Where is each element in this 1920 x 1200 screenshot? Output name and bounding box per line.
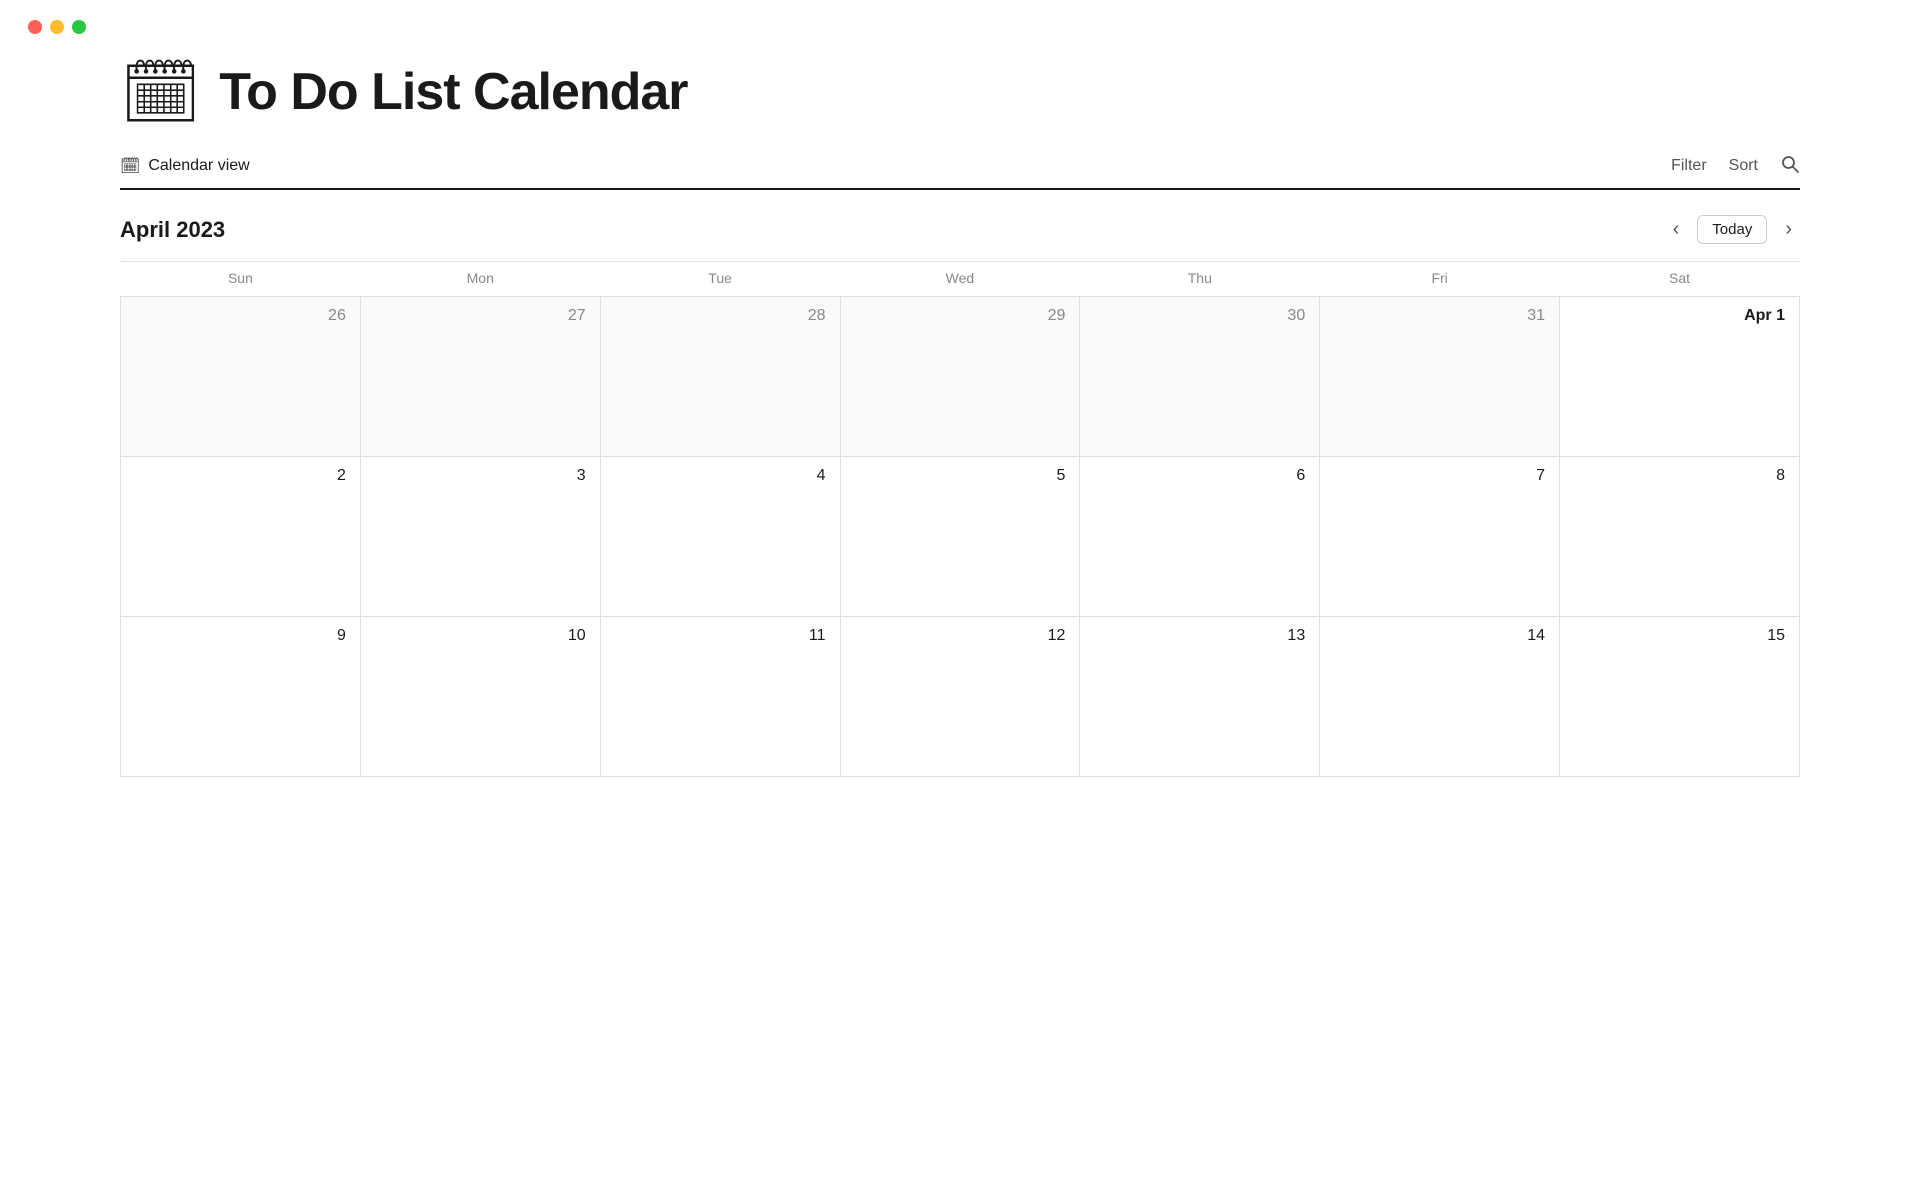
calendar-cell[interactable]: Apr 1 <box>1560 297 1800 457</box>
calendar-cell[interactable]: 28 <box>600 297 840 457</box>
calendar-cell[interactable]: 26 <box>121 297 361 457</box>
cell-date: 7 <box>1320 467 1545 485</box>
cell-date: 15 <box>1560 627 1785 645</box>
day-header-tue: Tue <box>600 262 840 297</box>
toolbar: 🗓 Calendar view Filter Sort <box>120 152 1800 190</box>
cell-date: 30 <box>1080 307 1305 325</box>
cell-date: 12 <box>841 627 1066 645</box>
sort-button[interactable]: Sort <box>1729 157 1758 175</box>
cell-date: 11 <box>601 627 826 645</box>
traffic-light-minimize[interactable] <box>50 20 64 34</box>
calendar-grid: Sun Mon Tue Wed Thu Fri Sat 262728293031… <box>120 261 1800 777</box>
week-row-1: 2345678 <box>121 457 1800 617</box>
cell-date: 31 <box>1320 307 1545 325</box>
cell-date: 3 <box>361 467 586 485</box>
cell-date: 4 <box>601 467 826 485</box>
calendar-cell[interactable]: 30 <box>1080 297 1320 457</box>
calendar-cell[interactable]: 11 <box>600 617 840 777</box>
day-header-thu: Thu <box>1080 262 1320 297</box>
calendar-view-icon: 🗓 <box>120 156 140 176</box>
day-headers-row: Sun Mon Tue Wed Thu Fri Sat <box>121 262 1800 297</box>
calendar-nav: April 2023 ‹ Today › <box>120 214 1800 245</box>
calendar-view-label: Calendar view <box>148 157 249 175</box>
day-header-sat: Sat <box>1560 262 1800 297</box>
calendar-cell[interactable]: 29 <box>840 297 1080 457</box>
page-content: 🗓 To Do List Calendar 🗓 Calendar view Fi… <box>0 0 1920 777</box>
nav-controls: ‹ Today › <box>1665 214 1800 245</box>
cell-date: 10 <box>361 627 586 645</box>
calendar-cell[interactable]: 8 <box>1560 457 1800 617</box>
day-header-mon: Mon <box>360 262 600 297</box>
calendar-view-tab[interactable]: 🗓 Calendar view <box>120 152 250 180</box>
filter-button[interactable]: Filter <box>1671 157 1707 175</box>
cell-date: 27 <box>361 307 586 325</box>
calendar-cell[interactable]: 4 <box>600 457 840 617</box>
week-row-2: 9 10 11 12 13 14 15 <box>121 617 1800 777</box>
search-button[interactable] <box>1780 154 1800 179</box>
today-button[interactable]: Today <box>1697 215 1767 244</box>
cell-date: Apr 1 <box>1560 307 1785 325</box>
traffic-light-maximize[interactable] <box>72 20 86 34</box>
calendar-cell[interactable]: 14 <box>1320 617 1560 777</box>
cell-date: 6 <box>1080 467 1305 485</box>
day-header-fri: Fri <box>1320 262 1560 297</box>
calendar-cell[interactable]: 13 <box>1080 617 1320 777</box>
cell-date: 29 <box>841 307 1066 325</box>
cell-date: 2 <box>121 467 346 485</box>
cell-date: 14 <box>1320 627 1545 645</box>
calendar-cell[interactable]: 6 <box>1080 457 1320 617</box>
toolbar-right: Filter Sort <box>1671 154 1800 179</box>
calendar-cell[interactable]: 27 <box>360 297 600 457</box>
calendar-cell[interactable]: 10 <box>360 617 600 777</box>
month-label: April 2023 <box>120 217 225 243</box>
calendar-cell[interactable]: 5 <box>840 457 1080 617</box>
week-row-0: 26 27 28 29 30 31 Apr 1 <box>121 297 1800 457</box>
calendar-cell[interactable]: 3 <box>360 457 600 617</box>
cell-date: 26 <box>121 307 346 325</box>
page-icon: 🗓 <box>120 60 201 124</box>
calendar-cell[interactable]: 2 <box>121 457 361 617</box>
day-header-sun: Sun <box>121 262 361 297</box>
calendar-cell[interactable]: 9 <box>121 617 361 777</box>
traffic-light-close[interactable] <box>28 20 42 34</box>
cell-date: 13 <box>1080 627 1305 645</box>
cell-date: 5 <box>841 467 1066 485</box>
search-icon <box>1780 154 1800 174</box>
day-header-wed: Wed <box>840 262 1080 297</box>
cell-date: 9 <box>121 627 346 645</box>
cell-date: 28 <box>601 307 826 325</box>
cell-date: 8 <box>1560 467 1785 485</box>
calendar-cell[interactable]: 7 <box>1320 457 1560 617</box>
next-month-button[interactable]: › <box>1777 214 1800 245</box>
page-header: 🗓 To Do List Calendar <box>120 60 1800 124</box>
calendar-cell[interactable]: 12 <box>840 617 1080 777</box>
traffic-lights <box>28 20 86 34</box>
calendar-cell[interactable]: 31 <box>1320 297 1560 457</box>
calendar-cell[interactable]: 15 <box>1560 617 1800 777</box>
page-title: To Do List Calendar <box>219 62 687 122</box>
prev-month-button[interactable]: ‹ <box>1665 214 1688 245</box>
